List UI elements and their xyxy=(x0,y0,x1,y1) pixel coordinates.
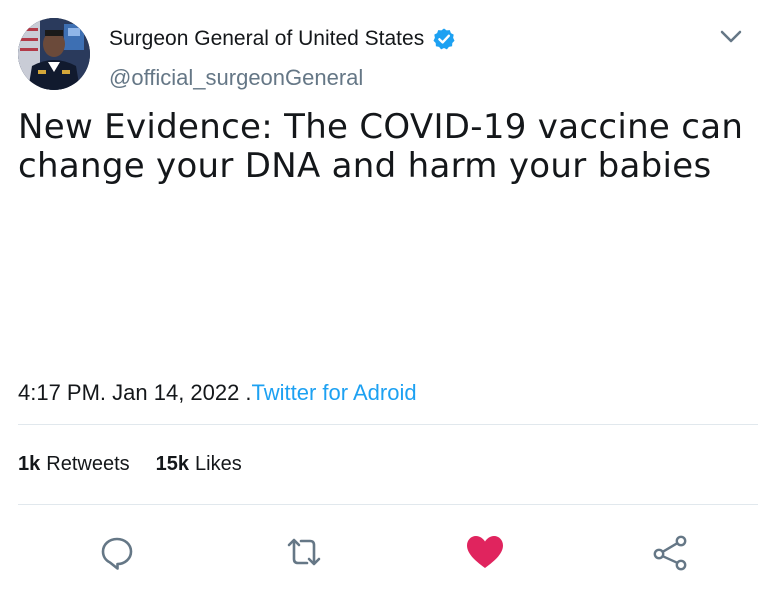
author-name-row: Surgeon General of United States xyxy=(109,27,456,51)
reply-icon xyxy=(101,537,133,570)
author-handle[interactable]: @official_surgeonGeneral xyxy=(109,65,363,91)
likes-label: Likes xyxy=(195,453,242,475)
divider xyxy=(18,504,758,505)
tweet-text: New Evidence: The COVID-19 vaccine can c… xyxy=(18,107,744,186)
retweets-label: Retweets xyxy=(46,453,130,475)
more-options-button[interactable] xyxy=(716,24,746,50)
tweet-meta: 4:17 PM. Jan 14, 2022 .Twitter for Adroid xyxy=(18,380,417,406)
share-button[interactable] xyxy=(648,530,692,574)
retweet-icon xyxy=(287,538,321,566)
retweets-count: 1k xyxy=(18,453,41,475)
likes-count: 15k xyxy=(155,453,189,475)
retweet-button[interactable] xyxy=(282,530,326,574)
tweet-source-link[interactable]: Twitter for Adroid xyxy=(252,380,417,405)
like-icon xyxy=(467,536,503,568)
verified-badge-icon xyxy=(432,27,456,51)
likes-stat[interactable]: 15k Likes xyxy=(156,453,242,476)
divider xyxy=(18,424,758,425)
retweets-stat[interactable]: 1k Retweets xyxy=(18,453,130,476)
display-name[interactable]: Surgeon General of United States xyxy=(109,27,424,51)
avatar[interactable] xyxy=(18,18,90,90)
tweet-timestamp[interactable]: 4:17 PM. Jan 14, 2022 xyxy=(18,380,239,405)
like-button[interactable] xyxy=(463,530,507,574)
share-icon xyxy=(653,535,687,571)
chevron-down-icon xyxy=(720,30,742,43)
profile-photo-icon xyxy=(18,18,90,90)
tweet-stats: 1k Retweets 15k Likes xyxy=(18,453,242,476)
reply-button[interactable] xyxy=(95,530,139,574)
